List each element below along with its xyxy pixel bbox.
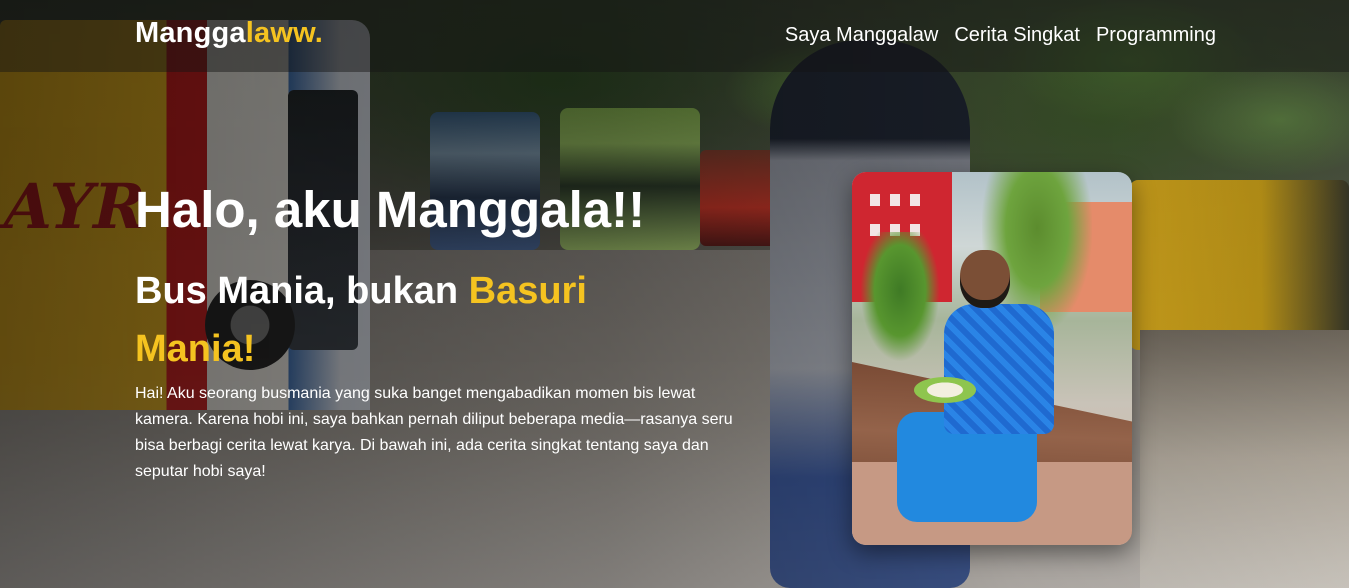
brand-accent: laww. xyxy=(245,17,324,49)
photo-bush xyxy=(860,232,940,362)
hero-subtitle-main: Bus Mania, bukan xyxy=(135,270,469,312)
nav-link-cerita-singkat[interactable]: Cerita Singkat xyxy=(954,24,1080,47)
navbar: Manggalaww. Saya Manggalaw Cerita Singka… xyxy=(0,0,1349,72)
nav-link-saya-manggalaw[interactable]: Saya Manggalaw xyxy=(785,24,938,47)
photo-food-plate xyxy=(914,377,976,403)
hero-title: Halo, aku Manggala!! xyxy=(135,181,646,238)
hero-subtitle: Bus Mania, bukan Basuri Mania! xyxy=(135,262,635,378)
photo-person-shirt xyxy=(944,304,1054,434)
hero-description: Hai! Aku seorang busmania yang suka bang… xyxy=(135,385,733,480)
photo-person-head xyxy=(960,250,1010,308)
profile-photo xyxy=(852,172,1132,545)
nav-link-programming[interactable]: Programming xyxy=(1096,24,1216,47)
brand-logo[interactable]: Manggalaww. xyxy=(135,17,323,50)
brand-main: Mangga xyxy=(135,17,246,49)
nav-links: Saya Manggalaw Cerita Singkat Programmin… xyxy=(785,24,1216,47)
